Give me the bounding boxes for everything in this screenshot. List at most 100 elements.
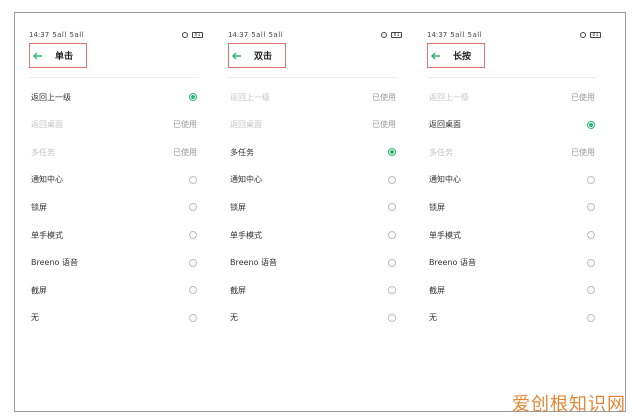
option-row[interactable]: 无 [31, 308, 199, 328]
option-label: Breeno 语音 [230, 258, 277, 268]
page-header: 长按 [427, 43, 485, 68]
option-row[interactable]: 无 [230, 308, 398, 328]
watermark-logo: 爱创根知识网 [512, 394, 626, 415]
radio-unchecked-icon[interactable] [388, 175, 396, 184]
option-row[interactable]: 截屏 [429, 280, 597, 300]
page-title: 双击 [254, 52, 273, 62]
option-row[interactable]: 多任务 [230, 142, 398, 162]
option-row[interactable]: 锁屏 [429, 197, 597, 217]
option-row[interactable]: 单手模式 [31, 225, 199, 245]
option-row: 返回上一级 已使用 [230, 87, 398, 107]
radio-unchecked-icon[interactable] [587, 286, 595, 295]
radio-unchecked-icon[interactable] [587, 203, 595, 212]
back-arrow-icon[interactable] [431, 50, 443, 62]
status-time: 14:37 [427, 31, 448, 39]
status-time: 14:37 [228, 31, 249, 39]
option-row[interactable]: 通知中心 [31, 170, 199, 190]
status-bar: 14:37 5all 5all 81 [228, 29, 402, 41]
radio-unchecked-icon[interactable] [189, 313, 197, 322]
option-row[interactable]: 无 [429, 308, 597, 328]
status-bar: 14:37 5all 5all 81 [29, 29, 203, 41]
used-status-text: 已使用 [372, 92, 396, 102]
option-label: 截屏 [31, 285, 47, 295]
option-label: Breeno 语音 [31, 258, 78, 268]
screenshot-frame: 14:37 5all 5all 81 单击 返回上一级 返回桌面 已使用 多任务 已使用… [14, 12, 626, 412]
option-label: 无 [429, 313, 437, 323]
radio-unchecked-icon[interactable] [388, 231, 396, 239]
option-label: 单手模式 [230, 230, 262, 240]
used-status-text: 已使用 [571, 92, 595, 102]
option-label: 返回上一级 [31, 92, 71, 102]
radio-unchecked-icon[interactable] [189, 203, 197, 212]
option-label: 返回桌面 [230, 120, 262, 130]
option-row: 多任务 已使用 [429, 142, 597, 162]
option-row[interactable]: 返回桌面 [429, 115, 597, 135]
option-label: 锁屏 [230, 202, 246, 212]
option-row: 多任务 已使用 [31, 142, 199, 162]
signal-icon: 5all 5all [251, 31, 284, 39]
option-row[interactable]: 截屏 [230, 280, 398, 300]
option-label: 无 [31, 313, 39, 323]
page-header: 单击 [29, 43, 87, 68]
back-arrow-icon[interactable] [232, 50, 244, 62]
option-label: 截屏 [429, 285, 445, 295]
battery-icon: 81 [590, 32, 601, 38]
divider [228, 77, 398, 78]
option-row[interactable]: 截屏 [31, 280, 199, 300]
option-label: 通知中心 [429, 175, 461, 185]
divider [427, 77, 597, 78]
page-title: 长按 [453, 52, 472, 62]
radio-checked-icon[interactable] [587, 120, 595, 129]
used-status-text: 已使用 [173, 120, 197, 130]
option-row[interactable]: 通知中心 [230, 170, 398, 190]
option-label: 返回桌面 [31, 120, 63, 130]
signal-icon: 5all 5all [450, 31, 483, 39]
option-row[interactable]: 单手模式 [429, 225, 597, 245]
used-status-text: 已使用 [571, 147, 595, 157]
back-arrow-icon[interactable] [33, 50, 45, 62]
phone-panel-single-click: 14:37 5all 5all 81 单击 返回上一级 返回桌面 已使用 多任务 已使用… [23, 29, 205, 409]
option-row[interactable]: 锁屏 [230, 197, 398, 217]
page-title: 单击 [55, 52, 74, 62]
option-label: 单手模式 [31, 230, 63, 240]
option-row: 返回桌面 已使用 [31, 115, 199, 135]
alarm-icon [182, 32, 188, 38]
radio-unchecked-icon[interactable] [189, 231, 197, 239]
radio-unchecked-icon[interactable] [587, 313, 595, 322]
alarm-icon [580, 32, 586, 38]
radio-unchecked-icon[interactable] [388, 258, 396, 267]
radio-unchecked-icon[interactable] [189, 286, 197, 295]
option-row[interactable]: 锁屏 [31, 197, 199, 217]
radio-unchecked-icon[interactable] [587, 175, 595, 184]
radio-checked-icon[interactable] [189, 93, 197, 101]
option-label: 返回桌面 [429, 120, 461, 130]
option-row[interactable]: Breeno 语音 [230, 253, 398, 273]
battery-icon: 81 [192, 32, 203, 38]
status-time: 14:37 [29, 31, 50, 39]
radio-unchecked-icon[interactable] [189, 175, 197, 184]
radio-unchecked-icon[interactable] [587, 258, 595, 267]
radio-unchecked-icon[interactable] [587, 231, 595, 239]
battery-icon: 81 [391, 32, 402, 38]
option-row: 返回桌面 已使用 [230, 115, 398, 135]
used-status-text: 已使用 [173, 147, 197, 157]
radio-unchecked-icon[interactable] [189, 258, 197, 267]
option-label: 通知中心 [31, 175, 63, 185]
radio-unchecked-icon[interactable] [388, 286, 396, 295]
option-label: 通知中心 [230, 175, 262, 185]
option-row[interactable]: 返回上一级 [31, 87, 199, 107]
radio-unchecked-icon[interactable] [388, 313, 396, 322]
radio-unchecked-icon[interactable] [388, 203, 396, 212]
option-row[interactable]: Breeno 语音 [429, 253, 597, 273]
divider [29, 77, 199, 78]
radio-checked-icon[interactable] [388, 148, 396, 157]
option-row[interactable]: Breeno 语音 [31, 253, 199, 273]
option-label: 多任务 [429, 147, 453, 157]
option-label: 返回上一级 [230, 92, 270, 102]
page-header: 双击 [228, 43, 286, 68]
option-row[interactable]: 通知中心 [429, 170, 597, 190]
phone-panel-long-press: 14:37 5all 5all 81 长按 返回上一级 已使用 返回桌面 多任务 已使用… [421, 29, 603, 409]
status-bar: 14:37 5all 5all 81 [427, 29, 601, 41]
used-status-text: 已使用 [372, 120, 396, 130]
option-row[interactable]: 单手模式 [230, 225, 398, 245]
